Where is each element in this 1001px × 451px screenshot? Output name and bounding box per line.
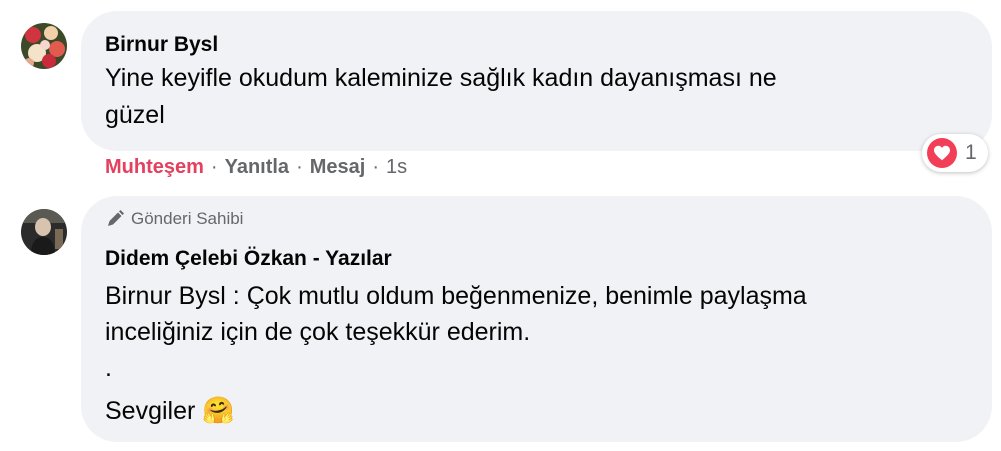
reply-text-line: .	[105, 354, 112, 382]
comment-author[interactable]: Birnur Bysl	[105, 33, 218, 57]
timestamp[interactable]: 1s	[386, 156, 407, 179]
reaction-label[interactable]: Muhteşem	[105, 156, 204, 179]
reaction-count: 1	[965, 141, 977, 164]
message-button[interactable]: Mesaj	[310, 156, 366, 179]
separator: ·	[372, 156, 379, 178]
hugging-face-emoji: 🤗	[202, 395, 235, 425]
heart-icon	[927, 138, 957, 168]
badge-label: Gönderi Sahibi	[131, 209, 244, 228]
reply-author[interactable]: Didem Çelebi Özkan - Yazılar	[105, 247, 392, 271]
reply-sign-off: Sevgiler	[105, 397, 196, 425]
reply-button[interactable]: Yanıtla	[225, 156, 289, 179]
separator: ·	[210, 156, 218, 178]
separator: ·	[296, 156, 303, 178]
comment-text-line: güzel	[105, 101, 165, 129]
pen-icon	[105, 209, 125, 229]
post-owner-badge: Gönderi Sahibi	[105, 209, 243, 229]
avatar[interactable]	[21, 23, 67, 69]
comment-text-line: Yine keyifle okudum kaleminize sağlık ka…	[105, 64, 777, 92]
reaction-count-pill[interactable]: 1	[922, 134, 988, 172]
reply-text-line: Sevgiler 🤗	[105, 392, 235, 430]
comment-actions: Muhteşem · Yanıtla · Mesaj · 1s	[105, 156, 407, 179]
reply-text-line: inceliğiniz için de çok teşekkür ederim.	[105, 318, 531, 346]
reply-text-line: Birnur Bysl : Çok mutlu oldum beğenmeniz…	[105, 282, 807, 310]
avatar[interactable]	[21, 209, 67, 255]
